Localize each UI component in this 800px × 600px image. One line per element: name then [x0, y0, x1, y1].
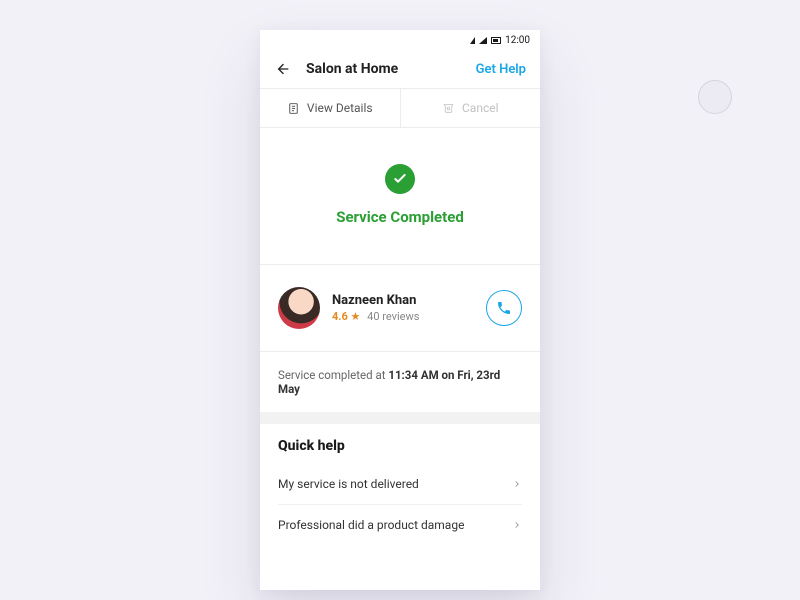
signal-icon	[479, 37, 487, 44]
reviews-count: 40 reviews	[367, 310, 419, 323]
quick-help-item-label: Professional did a product damage	[278, 518, 464, 532]
success-badge	[385, 164, 415, 194]
status-bar: 12:00	[260, 30, 540, 50]
quick-help-title: Quick help	[278, 438, 522, 454]
service-status-text: Service Completed	[260, 208, 540, 226]
phone-frame: 12:00 Salon at Home Get Help View Detail…	[260, 30, 540, 590]
get-help-link[interactable]: Get Help	[476, 62, 526, 77]
quick-help-item-label: My service is not delivered	[278, 477, 419, 491]
action-row: View Details Cancel	[260, 88, 540, 128]
clock-text: 12:00	[505, 35, 530, 46]
wifi-icon	[470, 37, 475, 44]
professional-card: Nazneen Khan 4.6 ★ 40 reviews	[260, 265, 540, 352]
professional-info: Nazneen Khan 4.6 ★ 40 reviews	[332, 293, 419, 323]
professional-meta: 4.6 ★ 40 reviews	[332, 310, 419, 323]
service-status-panel: Service Completed	[260, 128, 540, 265]
rating-value: 4.6	[332, 310, 348, 323]
quick-help-section: Quick help My service is not delivered P…	[260, 424, 540, 545]
chevron-right-icon	[512, 520, 522, 530]
phone-icon	[496, 300, 512, 316]
battery-icon	[491, 37, 501, 44]
floating-action-placeholder[interactable]	[698, 80, 732, 114]
star-icon: ★	[351, 310, 361, 323]
quick-help-item[interactable]: My service is not delivered	[278, 464, 522, 505]
page-title: Salon at Home	[306, 61, 398, 77]
cancel-label: Cancel	[462, 101, 499, 115]
quick-help-item[interactable]: Professional did a product damage	[278, 505, 522, 545]
cancel-icon	[442, 102, 455, 115]
check-icon	[392, 171, 408, 187]
cancel-button: Cancel	[401, 89, 541, 127]
back-button[interactable]	[274, 60, 292, 78]
view-details-button[interactable]: View Details	[260, 89, 401, 127]
section-divider	[260, 412, 540, 424]
chevron-right-icon	[512, 479, 522, 489]
professional-name: Nazneen Khan	[332, 293, 419, 308]
completion-time-row: Service completed at 11:34 AM on Fri, 23…	[260, 352, 540, 412]
completion-prefix: Service completed at	[278, 368, 388, 382]
back-arrow-icon	[275, 61, 291, 77]
avatar	[278, 287, 320, 329]
call-button[interactable]	[486, 290, 522, 326]
title-bar: Salon at Home Get Help	[260, 50, 540, 88]
view-details-label: View Details	[307, 101, 373, 115]
document-icon	[287, 102, 300, 115]
